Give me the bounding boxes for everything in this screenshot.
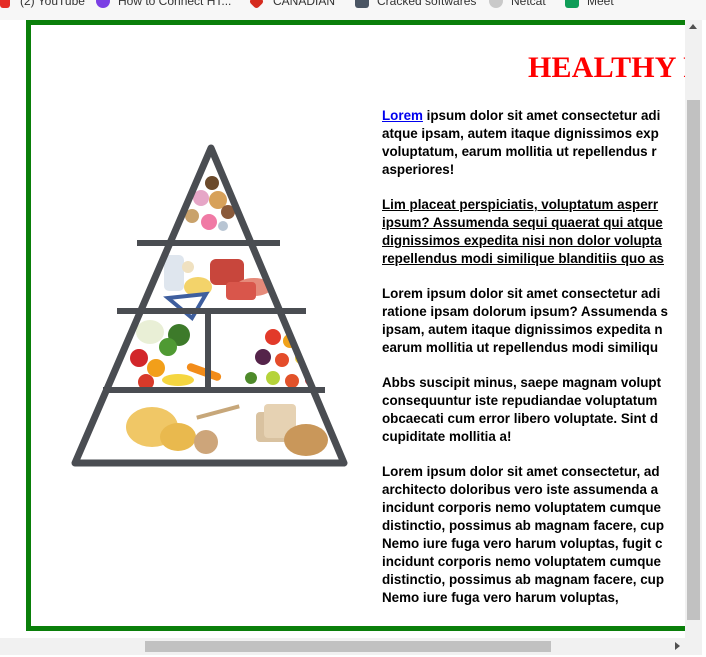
page-viewport: HEALTHY FO <box>0 20 706 657</box>
text-line: consequuntur iste repudiandae voluptatum <box>382 393 658 408</box>
text-line: obcaecati cum error libero voluptate. Si… <box>382 411 659 426</box>
cat-icon <box>489 0 503 8</box>
window-edge <box>702 20 706 657</box>
vertical-scroll-thumb[interactable] <box>687 100 700 620</box>
bookmark-meet[interactable]: Meet <box>565 0 614 9</box>
article-content: Lorem ipsum dolor sit amet consectetur a… <box>382 107 688 624</box>
folder-icon <box>355 0 369 8</box>
scrollbar-corner <box>685 631 702 655</box>
text-line: Nemo iure fuga vero harum voluptas, fugi… <box>382 536 663 551</box>
bookmark-canadian[interactable]: CANADIAN <box>248 0 336 9</box>
paragraph-5: Lorem ipsum dolor sit amet consectetur, … <box>382 463 688 607</box>
text-line: distinctio, possimus ab magnam facere, c… <box>382 572 665 587</box>
bookmark-netcat[interactable]: Netcat <box>489 0 546 9</box>
bookmark-label: Cracked softwares <box>377 0 477 8</box>
bookmark-label: (2) YouTube <box>20 0 85 8</box>
scroll-up-icon[interactable] <box>689 24 697 29</box>
food-pyramid-image <box>71 144 348 467</box>
bookmark-label: Netcat <box>511 0 546 8</box>
bookmark-label: How to Connect HT... <box>118 0 232 8</box>
text-line: Lorem ipsum dolor sit amet consectetur, … <box>382 464 660 479</box>
text-line: Abbs suscipit minus, saepe magnam volupt <box>382 375 662 390</box>
paragraph-3: Lorem ipsum dolor sit amet consectetur a… <box>382 285 688 357</box>
text-line: Lorem ipsum dolor sit amet consectetur a… <box>382 107 688 125</box>
vertical-scrollbar[interactable] <box>685 20 702 631</box>
bookmark-label: CANADIAN <box>273 0 336 8</box>
site-icon <box>96 0 110 8</box>
paragraph-4: Abbs suscipit minus, saepe magnam volupt… <box>382 374 688 446</box>
bookmark-label: Meet <box>587 0 614 8</box>
text-line: Nemo iure fuga vero harum voluptas, <box>382 590 619 605</box>
content-frame: HEALTHY FO <box>26 20 688 631</box>
lorem-link[interactable]: Lorem <box>382 108 423 123</box>
text-line: Lim placeat perspiciatis, voluptatum asp… <box>382 197 659 212</box>
text-line: earum mollitia ut repellendus modi simil… <box>382 340 659 355</box>
text-line: incidunt corporis nemo voluptatem cumque <box>382 554 661 569</box>
text-fragment: ipsum dolor sit amet consectetur adi <box>422 108 661 123</box>
text-line: ratione ipsam dolorum ipsum? Assumenda s <box>382 304 668 319</box>
text-line: ipsam, autem itaque dignissimos expedita… <box>382 322 663 337</box>
text-line: ipsum? Assumenda sequi quaerat qui atque <box>382 215 663 230</box>
page-margin <box>0 20 26 657</box>
paragraph-1: Lorem ipsum dolor sit amet consectetur a… <box>382 107 688 179</box>
paragraph-2-underlined: Lim placeat perspiciatis, voluptatum asp… <box>382 196 688 268</box>
youtube-icon <box>0 0 10 8</box>
text-line: architecto doloribus vero iste assumenda… <box>382 482 659 497</box>
bookmark-youtube[interactable]: (2) YouTube <box>0 0 85 9</box>
bookmarks-bar: (2) YouTube How to Connect HT... CANADIA… <box>0 0 706 21</box>
text-line: incidunt corporis nemo voluptatem cumque <box>382 500 661 515</box>
text-line: cupiditate mollitia a! <box>382 429 512 444</box>
text-line: voluptatum, earum mollitia ut repellendu… <box>382 144 657 159</box>
text-line: asperiores! <box>382 162 455 177</box>
meet-icon <box>565 0 579 8</box>
text-line: Lorem ipsum dolor sit amet consectetur a… <box>382 286 661 301</box>
text-line: dignissimos expedita nisi non dolor volu… <box>382 233 662 248</box>
horizontal-scrollbar[interactable] <box>0 638 685 655</box>
text-line: repellendus modi similique blanditiis qu… <box>382 251 664 266</box>
scroll-right-icon[interactable] <box>675 642 680 650</box>
text-line: distinctio, possimus ab magnam facere, c… <box>382 518 665 533</box>
page-title: HEALTHY FO <box>528 51 688 84</box>
bookmark-how-to-connect[interactable]: How to Connect HT... <box>96 0 231 9</box>
text-line: atque ipsam, autem itaque dignissimos ex… <box>382 126 659 141</box>
maple-leaf-icon <box>248 0 265 9</box>
horizontal-scroll-thumb[interactable] <box>145 641 551 652</box>
bookmark-cracked-softwares[interactable]: Cracked softwares <box>355 0 476 9</box>
